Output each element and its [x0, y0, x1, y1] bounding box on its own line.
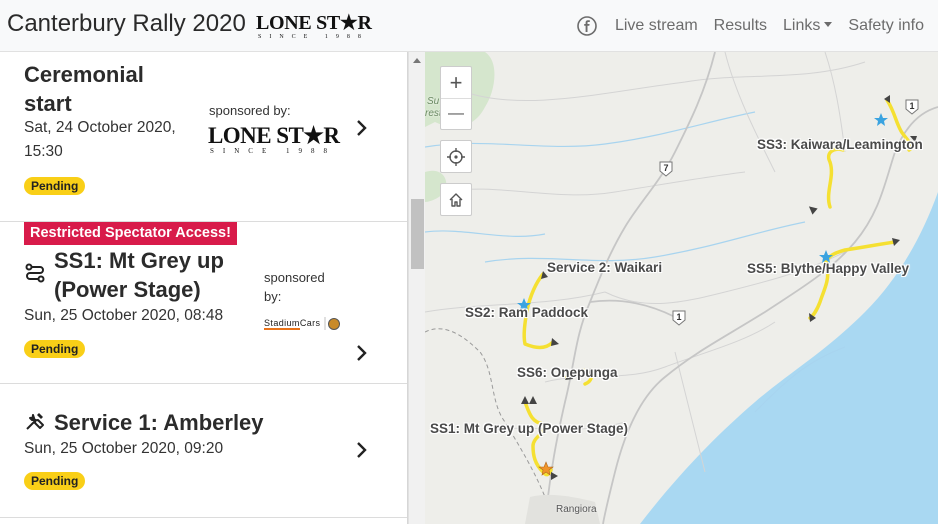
home-icon — [449, 192, 463, 207]
caret-down-icon — [824, 22, 833, 27]
stage-datetime: Sun, 25 October 2020, 09:20 — [24, 440, 224, 457]
road-number: 1 — [909, 101, 915, 111]
stage-date-line: Sat, 24 October 2020, — [24, 119, 176, 136]
stage-title-line: Ceremonial — [24, 62, 144, 87]
zoom-control: + — — [440, 66, 472, 130]
status-badge: Pending — [24, 177, 86, 195]
status-badge: Pending — [24, 472, 86, 490]
stage-title-line: (Power Stage) — [54, 277, 201, 302]
stage-card-ceremonial-start[interactable]: Ceremonial start Sat, 24 October 2020, 1… — [0, 52, 407, 222]
service-wrench-icon — [26, 413, 44, 430]
zoom-in-button[interactable]: + — [441, 67, 471, 98]
home-button[interactable] — [441, 184, 471, 215]
scroll-up-arrow-icon[interactable] — [413, 58, 421, 63]
sponsor-logo-lone-star: LONE ST★R SINCE 1988 — [208, 123, 340, 154]
stage-title-line: start — [24, 91, 72, 116]
chevron-right-icon[interactable] — [355, 343, 369, 363]
home-control — [440, 183, 472, 216]
chevron-right-icon[interactable] — [355, 440, 369, 460]
sponsor-label-line: by: — [264, 289, 282, 304]
svg-text:LONE ST★R: LONE ST★R — [208, 123, 340, 148]
top-navbar: Canterbury Rally 2020 LONE ST★R SINCE 19… — [0, 0, 938, 52]
nav-results[interactable]: Results — [714, 17, 767, 35]
sponsor-label: sponsored by: — [209, 103, 291, 118]
forest-label: Su — [427, 96, 440, 107]
stage-datetime: Sat, 24 October 2020, 15:30 — [24, 116, 176, 164]
map-label-ss3[interactable]: SS3: Kaiwara/Leamington — [757, 137, 923, 152]
lone-star-logo[interactable]: LONE ST★R SINCE 1988 — [256, 10, 374, 40]
scrollbar-thumb[interactable] — [411, 199, 424, 269]
list-scrollbar[interactable] — [408, 52, 425, 524]
status-badge: Pending — [24, 340, 86, 358]
svg-text:SINCE 1988: SINCE 1988 — [210, 147, 336, 154]
stage-title: Ceremonial start — [24, 60, 144, 118]
app-title[interactable]: Canterbury Rally 2020 — [7, 10, 246, 38]
stage-datetime: Sun, 25 October 2020, 08:48 — [24, 307, 224, 324]
stage-route-icon — [25, 263, 45, 283]
map-label-ss2[interactable]: SS2: Ram Paddock — [465, 305, 588, 320]
locate-button[interactable] — [441, 141, 471, 172]
stage-list: Ceremonial start Sat, 24 October 2020, 1… — [0, 52, 408, 524]
stage-date-line: 15:30 — [24, 143, 63, 160]
map-label-ss1[interactable]: SS1: Mt Grey up (Power Stage) — [430, 421, 628, 436]
stage-title: SS1: Mt Grey up (Power Stage) — [54, 246, 224, 304]
stage-card-ss1[interactable]: Restricted Spectator Access! SS1: Mt Gre… — [0, 222, 407, 384]
road-number: 1 — [676, 312, 682, 322]
zoom-out-button[interactable]: — — [441, 98, 471, 129]
stage-title: Service 1: Amberley — [54, 410, 264, 435]
locate-control — [440, 140, 472, 173]
map-label-ss6[interactable]: SS6: Onepunga — [517, 365, 618, 380]
nav-links-dropdown[interactable]: Links — [783, 17, 833, 35]
chevron-right-icon[interactable] — [355, 118, 369, 138]
road-number: 7 — [663, 163, 669, 173]
stage-card-service-1[interactable]: Service 1: Amberley Sun, 25 October 2020… — [0, 384, 407, 518]
nav-live-stream[interactable]: Live stream — [615, 17, 698, 35]
facebook-icon[interactable] — [577, 16, 597, 36]
main-nav: Live stream Results Links Safety info — [577, 0, 924, 52]
crosshair-icon — [447, 147, 465, 166]
map-label-ss5[interactable]: SS5: Blythe/Happy Valley — [747, 261, 909, 276]
town-label-rangiora: Rangiora — [556, 504, 597, 515]
svg-text:LONE ST★R: LONE ST★R — [256, 12, 373, 34]
sponsor-label-line: sponsored — [264, 270, 325, 285]
rally-map[interactable]: 1 7 1 Su rest SS3: Kaiwara/Leamington Se… — [425, 52, 938, 524]
nav-links-label: Links — [783, 17, 821, 34]
nav-safety-info[interactable]: Safety info — [848, 17, 924, 35]
svg-text:StadiumCars: StadiumCars — [264, 318, 321, 328]
map-label-service-2[interactable]: Service 2: Waikari — [547, 260, 662, 275]
sponsor-label: sponsored by: — [264, 268, 325, 306]
svg-text:SINCE 1988: SINCE 1988 — [258, 34, 369, 40]
restricted-access-badge: Restricted Spectator Access! — [24, 222, 237, 245]
stage-title-line: SS1: Mt Grey up — [54, 248, 224, 273]
map-base-layer — [425, 52, 938, 524]
sponsor-logo-stadiumcars: StadiumCars — [264, 317, 340, 330]
